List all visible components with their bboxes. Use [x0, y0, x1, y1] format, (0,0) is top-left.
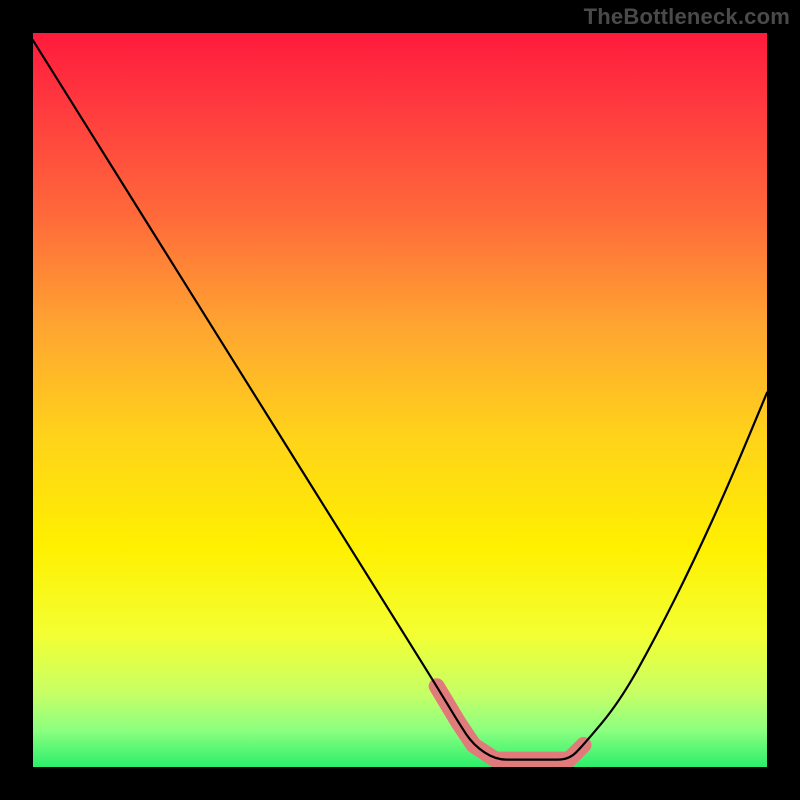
bottleneck-plot	[33, 33, 767, 767]
gradient-background	[33, 33, 767, 767]
plot-svg	[33, 33, 767, 767]
chart-frame: TheBottleneck.com	[0, 0, 800, 800]
watermark-text: TheBottleneck.com	[584, 4, 790, 30]
